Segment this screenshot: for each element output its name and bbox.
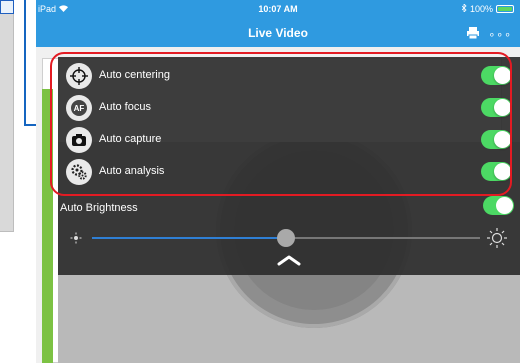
annotation-highlight-box [50, 52, 512, 196]
brightness-slider-fill [92, 237, 286, 239]
auto-brightness-toggle[interactable] [483, 196, 514, 215]
document-side-panel [0, 0, 14, 232]
print-icon[interactable] [466, 26, 480, 40]
callout-target-box [0, 0, 14, 14]
brightness-high-icon [486, 227, 508, 249]
ipad-screen: iPad 10:07 AM 100% Live Video ∘∘∘ Auto c… [36, 0, 520, 363]
brightness-low-icon [70, 231, 82, 244]
collapse-chevron-icon[interactable] [276, 253, 302, 267]
status-time: 10:07 AM [258, 4, 298, 14]
battery-icon [496, 5, 514, 13]
brightness-slider-knob[interactable] [277, 229, 295, 247]
document-margin [0, 0, 62, 363]
bluetooth-icon [461, 3, 467, 14]
status-right: 100% [461, 3, 514, 14]
auto-brightness-label: Auto Brightness [60, 202, 138, 214]
battery-percent: 100% [469, 4, 493, 14]
callout-line-vertical [24, 0, 26, 126]
status-bar: iPad 10:07 AM 100% [36, 0, 520, 19]
more-menu-button[interactable]: ∘∘∘ [488, 28, 512, 41]
navigation-bar: Live Video ∘∘∘ [36, 19, 520, 47]
page-title: Live Video [248, 26, 308, 40]
brightness-slider-row [58, 227, 520, 249]
live-video-area: Auto centering AF Auto focus Auto captur… [36, 47, 520, 363]
